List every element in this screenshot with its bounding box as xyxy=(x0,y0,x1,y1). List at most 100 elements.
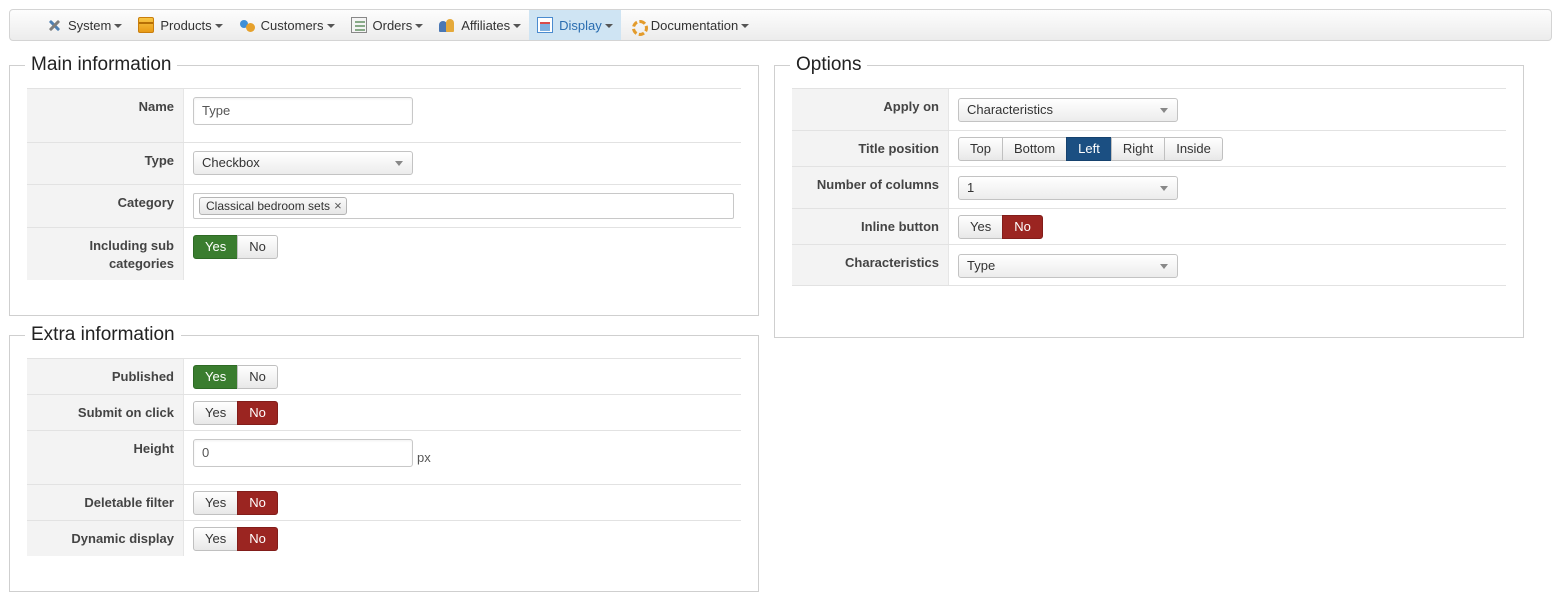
submit-on-click-row: Submit on click Yes No xyxy=(27,394,741,430)
menu-affiliates[interactable]: Affiliates xyxy=(431,10,529,40)
title-position-label: Title position xyxy=(792,131,949,166)
title-position-left-button[interactable]: Left xyxy=(1066,137,1112,161)
published-row: Published Yes No xyxy=(27,358,741,394)
menu-products[interactable]: Products xyxy=(130,10,230,40)
dynamic-display-no-button[interactable]: No xyxy=(237,527,278,551)
number-of-columns-select[interactable]: 1 xyxy=(958,176,1178,200)
name-input[interactable]: Type xyxy=(193,97,413,125)
submit-on-click-toggle: Yes No xyxy=(193,401,278,425)
extra-information-legend: Extra information xyxy=(25,323,181,347)
apply-on-label: Apply on xyxy=(792,89,949,130)
category-tags-input[interactable]: Classical bedroom sets × xyxy=(193,193,734,219)
users-icon xyxy=(239,17,255,33)
title-position-right-button[interactable]: Right xyxy=(1110,137,1166,161)
submit-on-click-yes-button[interactable]: Yes xyxy=(193,401,239,425)
including-sub-no-button[interactable]: No xyxy=(237,235,278,259)
dropdown-arrow-icon xyxy=(395,161,403,166)
box-icon xyxy=(138,17,155,33)
title-position-choices: Top Bottom Left Right Inside xyxy=(958,137,1223,161)
type-label: Type xyxy=(27,143,184,184)
menu-customers-label: Customers xyxy=(260,17,324,33)
dynamic-display-yes-button[interactable]: Yes xyxy=(193,527,239,551)
menu-display-label: Display xyxy=(559,17,602,33)
caret-down-icon xyxy=(415,23,424,28)
display-window-icon xyxy=(537,17,554,33)
caret-down-icon xyxy=(214,23,223,28)
title-position-inside-button[interactable]: Inside xyxy=(1164,137,1223,161)
submit-on-click-no-button[interactable]: No xyxy=(237,401,278,425)
title-position-top-button[interactable]: Top xyxy=(958,137,1003,161)
type-row: Type Checkbox xyxy=(27,142,741,184)
title-position-bottom-button[interactable]: Bottom xyxy=(1001,137,1068,161)
published-toggle: Yes No xyxy=(193,365,278,389)
number-of-columns-value: 1 xyxy=(967,180,975,195)
category-tag-label: Classical bedroom sets xyxy=(206,199,331,213)
including-sub-yes-button[interactable]: Yes xyxy=(193,235,239,259)
order-list-icon xyxy=(350,17,367,33)
published-no-button[interactable]: No xyxy=(237,365,278,389)
apply-on-select-value: Characteristics xyxy=(967,102,1053,117)
main-information-legend: Main information xyxy=(25,53,178,77)
wrench-screwdriver-icon xyxy=(46,17,62,33)
inline-button-label: Inline button xyxy=(792,209,949,244)
menu-affiliates-label: Affiliates xyxy=(461,17,511,33)
characteristics-select[interactable]: Type xyxy=(958,254,1178,278)
including-sub-row: Including sub categories Yes No xyxy=(27,227,741,280)
inline-button-row: Inline button Yes No xyxy=(792,208,1506,244)
deletable-filter-row: Deletable filter Yes No xyxy=(27,484,741,520)
characteristics-label: Characteristics xyxy=(792,245,949,285)
including-sub-toggle: Yes No xyxy=(193,235,278,259)
extra-information-panel: Extra information Published Yes No Submi… xyxy=(9,323,759,592)
characteristics-row: Characteristics Type xyxy=(792,244,1506,286)
including-sub-label: Including sub categories xyxy=(27,228,184,280)
dropdown-arrow-icon xyxy=(1160,108,1168,113)
dynamic-display-toggle: Yes No xyxy=(193,527,278,551)
dropdown-arrow-icon xyxy=(1160,186,1168,191)
deletable-filter-no-button[interactable]: No xyxy=(237,491,278,515)
characteristics-select-value: Type xyxy=(967,258,996,273)
menu-display[interactable]: Display xyxy=(529,10,621,40)
deletable-filter-yes-button[interactable]: Yes xyxy=(193,491,239,515)
caret-down-icon xyxy=(326,23,335,28)
main-information-panel: Main information Name Type Type Checkbox… xyxy=(9,53,759,316)
menu-system-label: System xyxy=(68,17,112,33)
menu-documentation-label: Documentation xyxy=(650,17,739,33)
menu-orders[interactable]: Orders xyxy=(343,10,432,40)
submit-on-click-label: Submit on click xyxy=(27,395,184,430)
options-panel: Options Apply on Characteristics Title p… xyxy=(774,53,1524,338)
menu-customers[interactable]: Customers xyxy=(231,10,343,40)
affiliates-icon xyxy=(439,17,455,33)
type-select[interactable]: Checkbox xyxy=(193,151,413,175)
remove-tag-icon[interactable]: × xyxy=(334,198,342,213)
lifebuoy-icon xyxy=(629,17,648,36)
deletable-filter-label: Deletable filter xyxy=(27,485,184,520)
menu-orders-label: Orders xyxy=(372,17,413,33)
height-row: Height 0 px xyxy=(27,430,741,484)
height-label: Height xyxy=(27,431,184,484)
published-yes-button[interactable]: Yes xyxy=(193,365,239,389)
height-input[interactable]: 0 xyxy=(193,439,413,467)
caret-down-icon xyxy=(604,23,613,28)
title-position-row: Title position Top Bottom Left Right Ins… xyxy=(792,130,1506,166)
inline-button-yes-button[interactable]: Yes xyxy=(958,215,1004,239)
apply-on-row: Apply on Characteristics xyxy=(792,88,1506,130)
category-row: Category Classical bedroom sets × xyxy=(27,184,741,227)
apply-on-select[interactable]: Characteristics xyxy=(958,98,1178,122)
inline-button-no-button[interactable]: No xyxy=(1002,215,1043,239)
menu-documentation[interactable]: Documentation xyxy=(621,10,757,40)
dynamic-display-row: Dynamic display Yes No xyxy=(27,520,741,556)
type-select-value: Checkbox xyxy=(202,155,260,170)
top-menu-bar: System Products Customers Orders Affilia… xyxy=(9,9,1552,41)
category-tag: Classical bedroom sets × xyxy=(199,197,347,215)
name-row: Name Type xyxy=(27,88,741,142)
published-label: Published xyxy=(27,359,184,394)
inline-button-toggle: Yes No xyxy=(958,215,1043,239)
height-unit: px xyxy=(417,450,431,465)
menu-products-label: Products xyxy=(160,17,212,33)
deletable-filter-toggle: Yes No xyxy=(193,491,278,515)
dynamic-display-label: Dynamic display xyxy=(27,521,184,556)
menu-system[interactable]: System xyxy=(38,10,130,40)
dropdown-arrow-icon xyxy=(1160,264,1168,269)
category-label: Category xyxy=(27,185,184,227)
caret-down-icon xyxy=(114,23,123,28)
